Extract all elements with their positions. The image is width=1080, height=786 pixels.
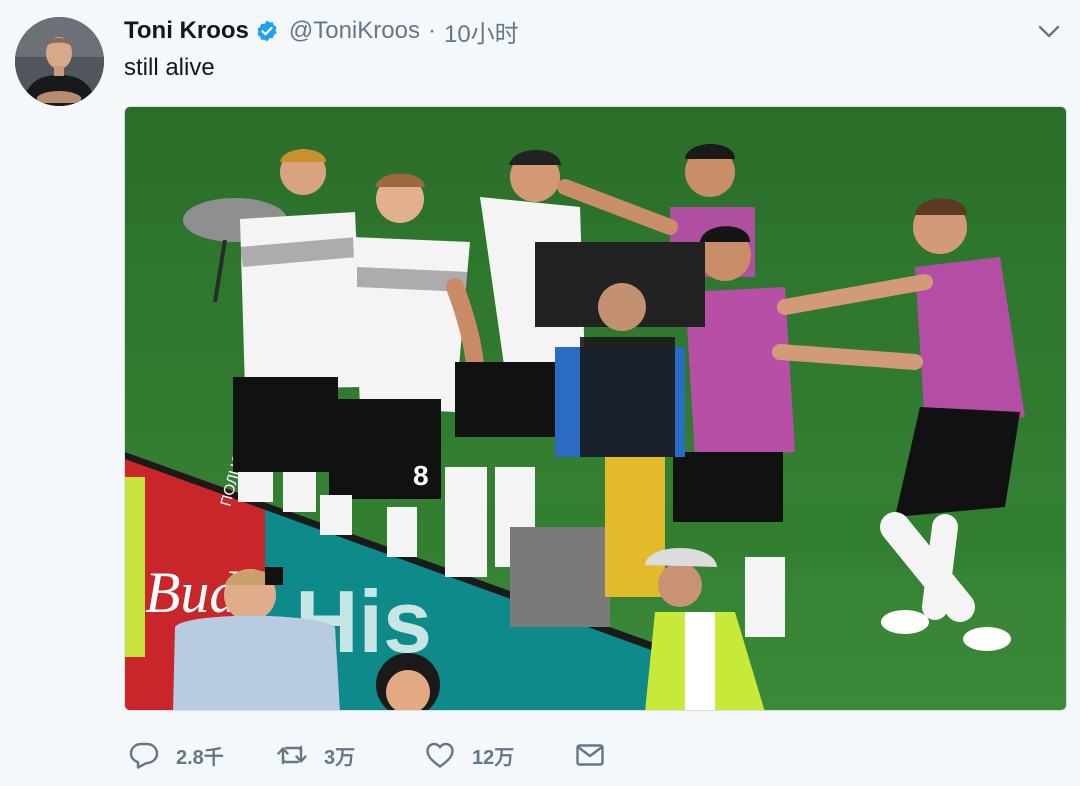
like-button[interactable]: 12万 (424, 739, 574, 771)
tweet-text: still alive (124, 54, 215, 81)
action-bar: 2.8千 3万 12万 (128, 736, 606, 774)
avatar-portrait (15, 17, 104, 106)
dm-icon (576, 744, 604, 766)
like-count: 12万 (472, 746, 515, 769)
reply-icon (129, 742, 159, 769)
timestamp[interactable]: 10小时 (444, 14, 519, 49)
verified-badge-icon (255, 19, 279, 43)
avatar[interactable] (15, 17, 104, 106)
display-name[interactable]: Toni Kroos (124, 17, 249, 45)
reply-count: 2.8千 (176, 746, 224, 769)
tweet-header: Toni Kroos @ToniKroos · 10小时 (124, 14, 519, 48)
svg-text:8: 8 (413, 460, 429, 491)
like-icon (426, 742, 454, 768)
direct-message-button[interactable] (574, 739, 606, 771)
retweet-icon (277, 745, 307, 765)
reply-button[interactable]: 2.8千 (128, 739, 276, 771)
user-handle[interactable]: @ToniKroos (289, 17, 420, 45)
separator-dot: · (427, 17, 436, 44)
retweet-count: 3万 (324, 746, 356, 769)
chevron-down-icon[interactable] (1036, 18, 1062, 44)
photo-scene: Bud His ПОЛНОСТЬЮ 8 (125, 107, 1066, 710)
retweet-button[interactable]: 3万 (276, 739, 424, 771)
tweet-card[interactable]: Toni Kroos @ToniKroos · 10小时 still alive (0, 0, 1080, 786)
tweet-photo[interactable]: Bud His ПОЛНОСТЬЮ 8 (124, 106, 1067, 711)
